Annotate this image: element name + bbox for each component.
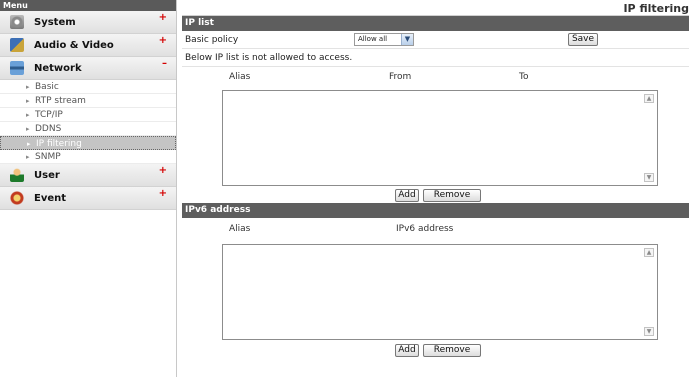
sidebar-item-audio-video[interactable]: Audio & Video + [0, 34, 176, 57]
save-button[interactable]: Save [568, 33, 598, 46]
ipv6-box-wrap: ▲ ▼ [182, 240, 689, 342]
ipv6-actions: Add Remove [182, 342, 689, 358]
ip-filter-listbox[interactable]: ▲ ▼ [222, 90, 658, 186]
column-header-alias: Alias [229, 72, 251, 82]
ip-list-actions: Add Remove [182, 186, 689, 203]
add-ipv6-button[interactable]: Add [395, 344, 419, 357]
expand-plus-icon: + [158, 35, 167, 46]
ip-list-column-headers: Alias From To [182, 67, 689, 87]
submenu-item-snmp[interactable]: SNMP [0, 150, 176, 164]
scroll-up-arrow-icon[interactable]: ▲ [644, 94, 654, 103]
scroll-down-arrow-icon[interactable]: ▼ [644, 173, 654, 182]
sidebar-item-label: Network [34, 62, 82, 74]
sidebar-item-label: System [34, 16, 76, 28]
basic-policy-select[interactable]: Allow all ▼ [354, 33, 414, 46]
basic-policy-label: Basic policy [185, 35, 239, 45]
expand-plus-icon: + [158, 188, 167, 199]
ip-list-section-header: IP list [182, 16, 689, 31]
ipv6-listbox[interactable]: ▲ ▼ [222, 244, 658, 340]
ip-list-note: Below IP list is not allowed to access. [182, 49, 689, 67]
ip-list-box-wrap: ▲ ▼ [182, 87, 689, 186]
sidebar-item-label: Event [34, 192, 67, 204]
event-icon [10, 191, 24, 205]
sidebar-item-network[interactable]: Network – [0, 57, 176, 80]
collapse-minus-icon: – [162, 58, 167, 69]
network-icon [10, 61, 24, 75]
column-header-to: To [519, 72, 529, 82]
sidebar-item-label: Audio & Video [34, 39, 114, 51]
remove-ip-button[interactable]: Remove [423, 189, 481, 202]
expand-plus-icon: + [158, 12, 167, 23]
column-header-alias: Alias [229, 224, 251, 234]
submenu-item-tcp-ip[interactable]: TCP/IP [0, 108, 176, 122]
page-title: IP filtering [182, 0, 689, 16]
main-content: IP filtering IP list Basic policy Allow … [182, 0, 689, 377]
network-submenu: Basic RTP stream TCP/IP DDNS IP filterin… [0, 80, 176, 164]
add-ip-button[interactable]: Add [395, 189, 419, 202]
submenu-item-rtp-stream[interactable]: RTP stream [0, 94, 176, 108]
expand-plus-icon: + [158, 165, 167, 176]
user-icon [10, 168, 24, 182]
sidebar-item-event[interactable]: Event + [0, 187, 176, 210]
submenu-item-ip-filtering[interactable]: IP filtering [0, 136, 176, 151]
basic-policy-row: Basic policy Allow all ▼ Save [182, 31, 689, 49]
ipv6-column-headers: Alias IPv6 address [182, 218, 689, 240]
sidebar: Menu System + Audio & Video + Network – … [0, 0, 177, 377]
submenu-item-ddns[interactable]: DDNS [0, 122, 176, 136]
column-header-from: From [389, 72, 412, 82]
submenu-item-basic[interactable]: Basic [0, 80, 176, 94]
audio-video-icon [10, 38, 24, 52]
remove-ipv6-button[interactable]: Remove [423, 344, 481, 357]
gear-icon [10, 15, 24, 29]
basic-policy-value: Allow all [358, 35, 388, 43]
dropdown-arrow-icon: ▼ [401, 34, 413, 45]
scroll-down-arrow-icon[interactable]: ▼ [644, 327, 654, 336]
sidebar-item-user[interactable]: User + [0, 164, 176, 187]
sidebar-item-label: User [34, 169, 60, 181]
sidebar-item-system[interactable]: System + [0, 11, 176, 34]
column-header-ipv6-address: IPv6 address [396, 224, 454, 234]
scroll-up-arrow-icon[interactable]: ▲ [644, 248, 654, 257]
ipv6-section-header: IPv6 address [182, 203, 689, 218]
menu-header: Menu [0, 0, 176, 11]
